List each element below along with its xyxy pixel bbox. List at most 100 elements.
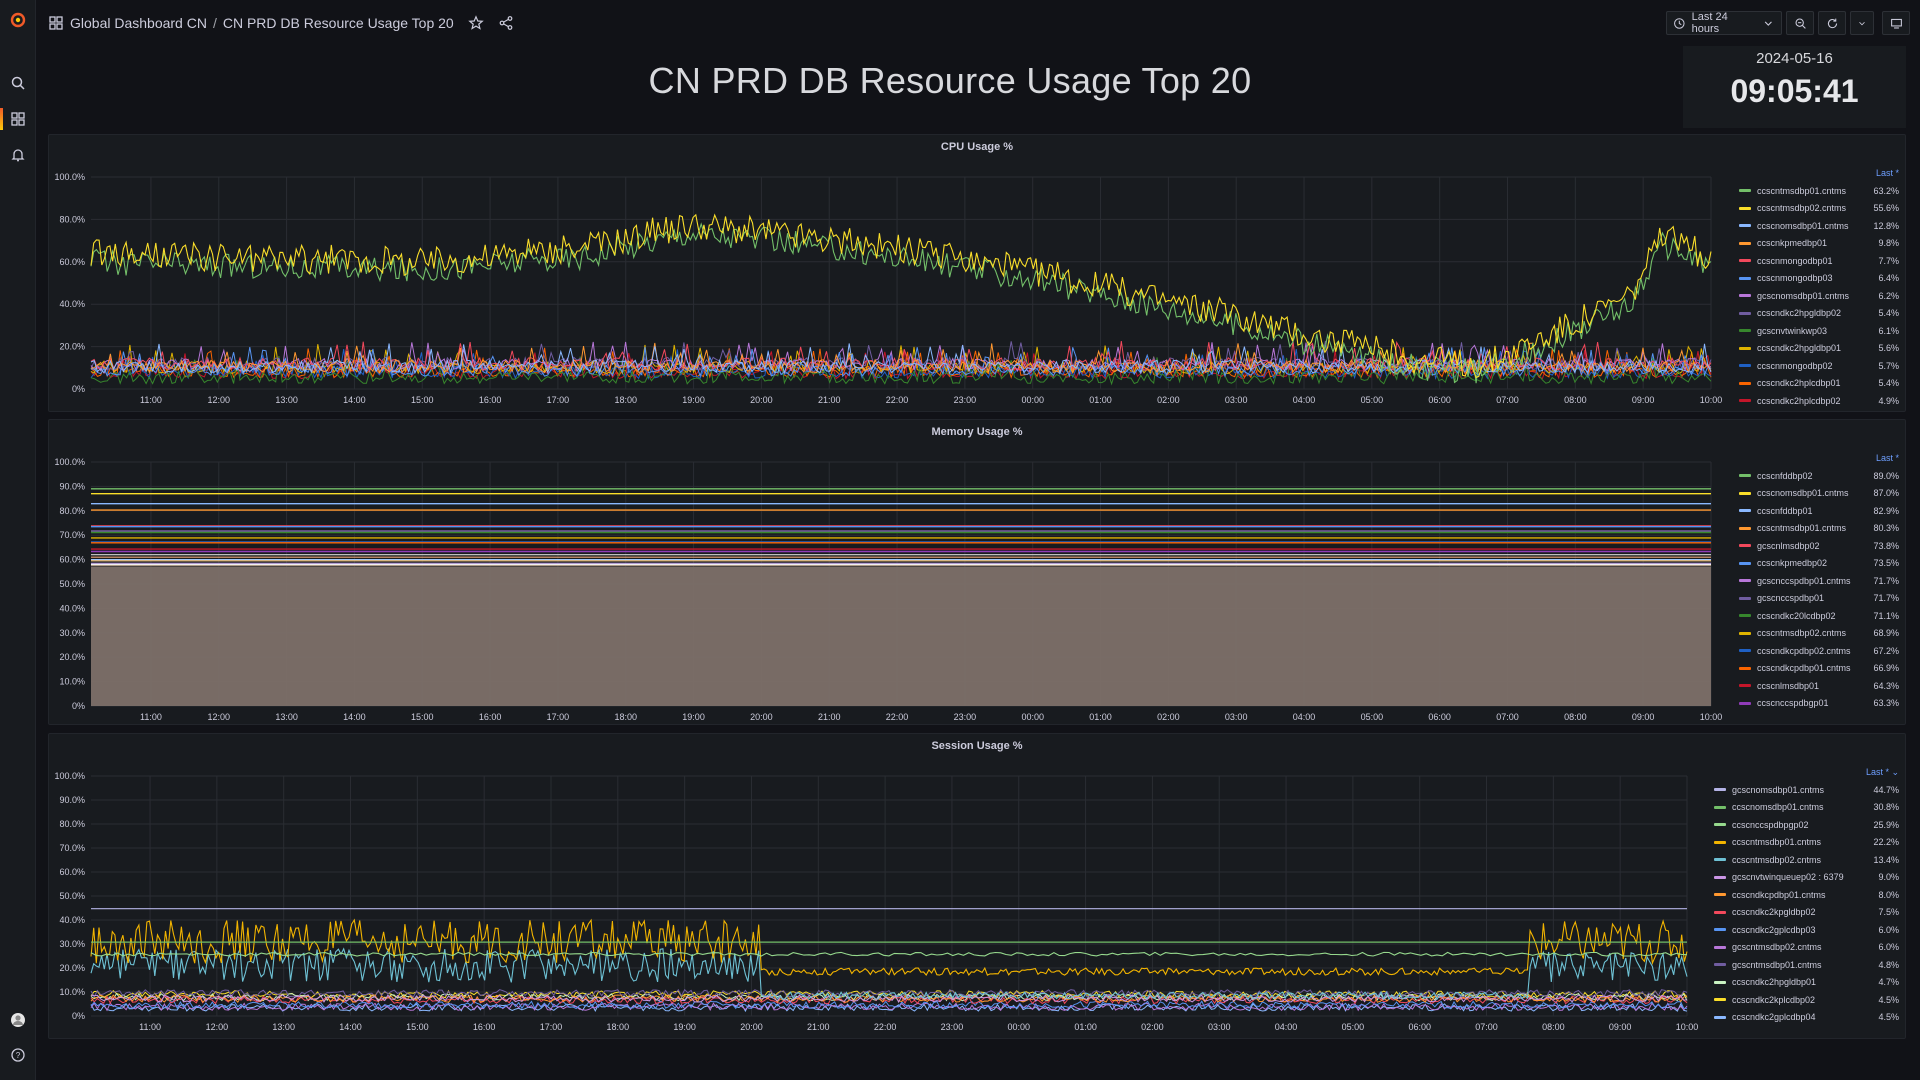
- legend-item[interactable]: ccscnfddbp02 89.0%: [1739, 467, 1899, 485]
- legend-item[interactable]: ccscndkcpdbp01.cntms 66.9%: [1739, 660, 1899, 678]
- x-tick-label: 22:00: [886, 395, 909, 405]
- x-tick-label: 23:00: [954, 712, 977, 722]
- legend-item[interactable]: gcscnomsdbp01.cntms 6.2%: [1739, 287, 1899, 305]
- legend-item[interactable]: ccscndkcpdbp01.cntms 8.0%: [1714, 886, 1899, 904]
- legend-series-value: 8.0%: [1878, 889, 1899, 900]
- dashboards-icon[interactable]: [6, 107, 30, 131]
- legend-item[interactable]: ccscndkc2hpgldbp01 5.6%: [1739, 340, 1899, 358]
- legend-item[interactable]: ccscndkcpdbp02.cntms 67.2%: [1739, 642, 1899, 660]
- legend-series-name: ccscnomsdbp01.cntms: [1732, 802, 1824, 813]
- legend-item[interactable]: ccscnmongodbp03 6.4%: [1739, 270, 1899, 288]
- session-usage-panel[interactable]: Session Usage % 0% 10.0% 20.0% 30.0% 40.0% 50…: [48, 733, 1906, 1039]
- breadcrumb-dashboard[interactable]: CN PRD DB Resource Usage Top 20: [223, 15, 454, 31]
- session-usage-graph[interactable]: 0% 10.0% 20.0% 30.0% 40.0% 50.0% 60.0% 70.0% 80.…: [49, 734, 1907, 1040]
- legend-item[interactable]: ccscntmsdbp01.cntms 80.3%: [1739, 520, 1899, 538]
- legend-item[interactable]: ccscnfddbp01 82.9%: [1739, 502, 1899, 520]
- legend-item[interactable]: ccscntmsdbp01.cntms 22.2%: [1714, 834, 1899, 852]
- y-tick-label: 20.0%: [59, 963, 85, 973]
- legend-series-name: ccscnmongodbp02: [1757, 360, 1833, 371]
- legend-item[interactable]: ccscnmongodbp02 5.7%: [1739, 357, 1899, 375]
- x-tick-label: 04:00: [1293, 395, 1316, 405]
- legend-swatch: [1714, 998, 1726, 1002]
- legend-item[interactable]: gcscnlmsdbp02 73.8%: [1739, 537, 1899, 555]
- legend-item[interactable]: ccscnkpmedbp01 9.8%: [1739, 235, 1899, 253]
- x-tick-label: 20:00: [740, 1022, 763, 1032]
- share-icon[interactable]: [498, 15, 514, 31]
- breadcrumb-folder[interactable]: Global Dashboard CN: [70, 15, 207, 31]
- legend-sort-header[interactable]: Last *: [1739, 453, 1899, 467]
- refresh-interval-dropdown[interactable]: [1850, 11, 1874, 35]
- search-icon[interactable]: [6, 71, 30, 95]
- legend-series-value: 71.7%: [1873, 575, 1899, 586]
- legend-item[interactable]: gcscnvtwinqueuep02 : 6379 9.0%: [1714, 869, 1899, 887]
- grafana-logo-icon[interactable]: [6, 8, 30, 32]
- session-legend: Last * ⌄ gcscnomsdbp01.cntms 44.7% ccscnom…: [1714, 767, 1899, 1032]
- user-avatar-icon[interactable]: [6, 1008, 30, 1032]
- clock-date: 2024-05-16: [1756, 50, 1833, 67]
- legend-item[interactable]: ccscndkc2kplcdbp02 4.5%: [1714, 991, 1899, 1009]
- legend-swatch: [1739, 526, 1751, 530]
- legend-item[interactable]: ccscndkc2hpgldbp01 4.7%: [1714, 974, 1899, 992]
- help-icon[interactable]: ?: [6, 1043, 30, 1067]
- legend-item[interactable]: gcscnccspdbp01.cntms 71.7%: [1739, 572, 1899, 590]
- x-tick-label: 18:00: [614, 395, 637, 405]
- legend-item[interactable]: ccscndkc20lcdbp02 71.1%: [1739, 607, 1899, 625]
- cpu-usage-panel[interactable]: CPU Usage % 0% 20.0% 40.0% 60.0% 80.0% 100.0%…: [48, 134, 1906, 412]
- legend-swatch: [1739, 474, 1751, 478]
- y-tick-label: 100.0%: [54, 457, 85, 467]
- legend-item[interactable]: ccscnccspdbgp01 63.3%: [1739, 695, 1899, 713]
- x-tick-label: 13:00: [272, 1022, 295, 1032]
- legend-sort-header[interactable]: Last *: [1739, 168, 1899, 182]
- legend-series-name: ccscnmongodbp03: [1757, 273, 1833, 284]
- x-tick-label: 15:00: [411, 395, 434, 405]
- legend-item[interactable]: ccscntmsdbp02.cntms 13.4%: [1714, 851, 1899, 869]
- legend-series-value: 64.3%: [1873, 680, 1899, 691]
- legend-swatch: [1714, 788, 1726, 792]
- legend-series-value: 71.1%: [1873, 610, 1899, 621]
- refresh-button[interactable]: [1818, 11, 1846, 35]
- legend-item[interactable]: ccscndkc2kpgldbp02 7.5%: [1714, 904, 1899, 922]
- legend-swatch: [1739, 491, 1751, 495]
- legend-series-name: ccscnomsdbp01.cntms: [1757, 220, 1849, 231]
- legend-item[interactable]: ccscntmsdbp01.cntms 63.2%: [1739, 182, 1899, 200]
- x-tick-label: 05:00: [1361, 395, 1384, 405]
- legend-item[interactable]: gcscntmsdbp01.cntms 4.8%: [1714, 956, 1899, 974]
- legend-series-value: 25.9%: [1873, 819, 1899, 830]
- legend-sort-header[interactable]: Last * ⌄: [1714, 767, 1899, 781]
- legend-item[interactable]: ccscnomsdbp01.cntms 12.8%: [1739, 217, 1899, 235]
- time-range-picker[interactable]: Last 24 hours: [1666, 11, 1782, 35]
- legend-item[interactable]: ccscnmongodbp01 7.7%: [1739, 252, 1899, 270]
- legend-item[interactable]: ccscndkc2gplcdbp03 6.0%: [1714, 921, 1899, 939]
- tv-mode-button[interactable]: [1882, 11, 1910, 35]
- memory-usage-graph[interactable]: 0% 10.0% 20.0% 30.0% 40.0% 50.0% 60.0% 70.0% 80.…: [49, 420, 1907, 726]
- legend-series-name: ccscnomsdbp01.cntms: [1757, 488, 1849, 499]
- legend-item[interactable]: gcscnccspdbp01 71.7%: [1739, 590, 1899, 608]
- legend-item[interactable]: ccscndkc2hplcdbp02 4.9%: [1739, 392, 1899, 410]
- legend-item[interactable]: gcscnomsdbp01.cntms 44.7%: [1714, 781, 1899, 799]
- legend-item[interactable]: ccscnccspdbpgp02 25.9%: [1714, 816, 1899, 834]
- x-tick-label: 14:00: [339, 1022, 362, 1032]
- legend-swatch: [1739, 666, 1751, 670]
- legend-item[interactable]: gcscnvtwinkwp03 6.1%: [1739, 322, 1899, 340]
- legend-swatch: [1739, 206, 1751, 210]
- star-icon[interactable]: [467, 15, 484, 31]
- zoom-out-button[interactable]: [1786, 11, 1814, 35]
- x-tick-label: 03:00: [1225, 395, 1248, 405]
- alerting-bell-icon[interactable]: [6, 143, 30, 167]
- x-tick-label: 18:00: [607, 1022, 630, 1032]
- legend-item[interactable]: gcscntmsdbp02.cntms 6.0%: [1714, 939, 1899, 957]
- legend-item[interactable]: ccscnkpmedbp02 73.5%: [1739, 555, 1899, 573]
- legend-item[interactable]: ccscndkc2gplcdbp04 4.5%: [1714, 1009, 1899, 1027]
- memory-usage-panel[interactable]: Memory Usage % 0% 10.0% 20.0% 30.0% 40.0% 50.…: [48, 419, 1906, 725]
- cpu-usage-graph[interactable]: 0% 20.0% 40.0% 60.0% 80.0% 100.0% 11:00 12:00 13…: [49, 135, 1907, 413]
- legend-series-name: ccscntmsdbp01.cntms: [1732, 837, 1822, 848]
- legend-item[interactable]: ccscnlmsdbp01 64.3%: [1739, 677, 1899, 695]
- legend-item[interactable]: ccscndkc2hpgldbp02 5.4%: [1739, 305, 1899, 323]
- legend-item[interactable]: ccscndkc2hplcdbp01 5.4%: [1739, 375, 1899, 393]
- legend-item[interactable]: ccscnomsdbp01.cntms 87.0%: [1739, 485, 1899, 503]
- legend-series-name: gcscntmsdbp01.cntms: [1732, 959, 1822, 970]
- legend-item[interactable]: ccscntmsdbp02.cntms 68.9%: [1739, 625, 1899, 643]
- legend-item[interactable]: ccscntmsdbp02.cntms 55.6%: [1739, 200, 1899, 218]
- legend-series-value: 89.0%: [1873, 470, 1899, 481]
- legend-item[interactable]: ccscnomsdbp01.cntms 30.8%: [1714, 799, 1899, 817]
